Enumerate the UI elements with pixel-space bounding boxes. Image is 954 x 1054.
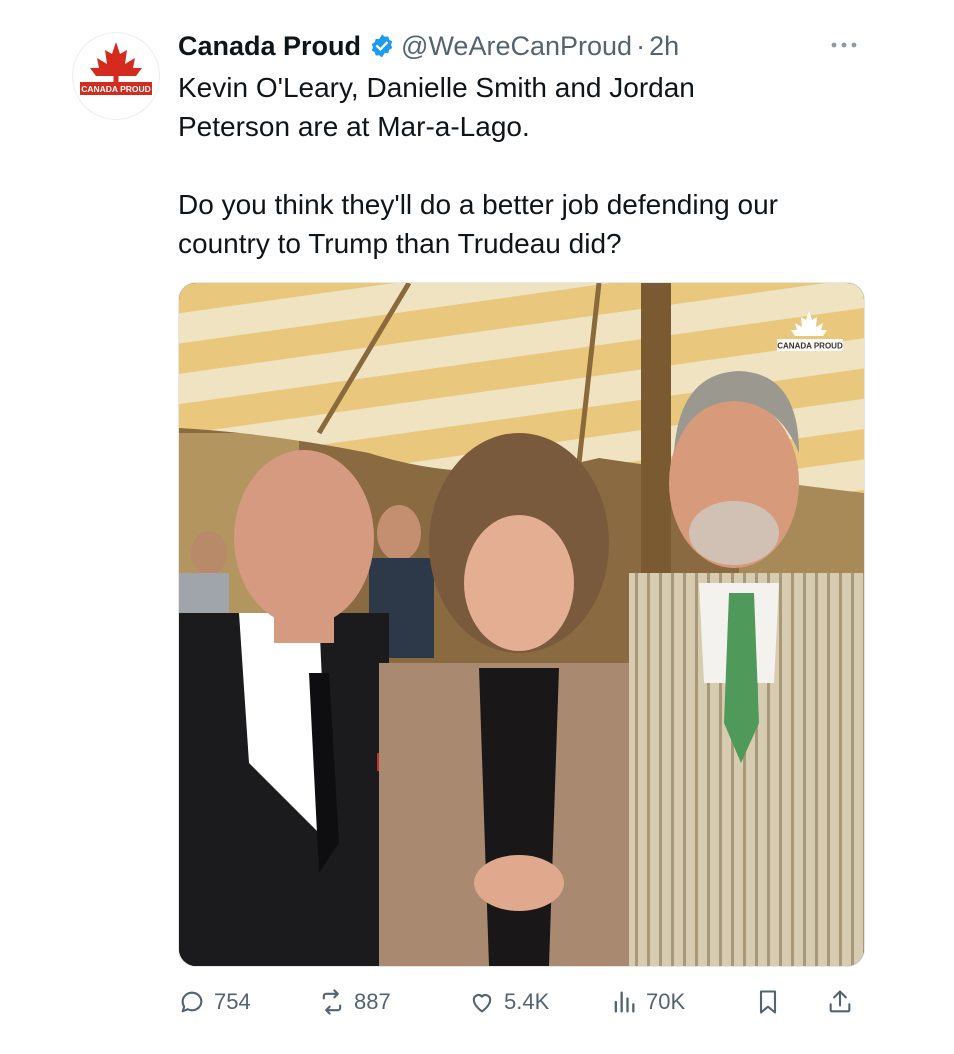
reply-count: 754 xyxy=(214,989,251,1014)
tweet-text: Kevin O'Leary, Danielle Smith and Jordan… xyxy=(178,72,778,259)
photo-illustration: CANADA PROUD xyxy=(179,283,864,966)
share-icon xyxy=(829,990,851,1013)
more-icon[interactable] xyxy=(826,36,862,54)
tweet-time[interactable]: 2h xyxy=(649,31,679,62)
canada-proud-logo: CANADA PROUD xyxy=(80,42,152,95)
action-bar: 754 887 5.4K 70K xyxy=(178,980,868,1024)
views-button[interactable]: 70K xyxy=(610,980,685,1024)
author-name[interactable]: Canada Proud xyxy=(178,31,361,62)
photo-watermark: CANADA PROUD xyxy=(777,342,843,351)
like-button[interactable]: 5.4K xyxy=(468,980,549,1024)
tweet-photo[interactable]: CANADA PROUD xyxy=(178,282,865,967)
separator-dot: · xyxy=(636,30,646,61)
avatar-text: CANADA PROUD xyxy=(81,84,151,94)
repost-count: 887 xyxy=(354,989,391,1014)
verified-badge-icon xyxy=(371,34,393,58)
share-button[interactable] xyxy=(826,980,862,1024)
author-handle[interactable]: @WeAreCanProud xyxy=(401,31,632,62)
bookmark-icon xyxy=(759,990,777,1014)
views-icon xyxy=(614,991,635,1013)
views-count: 70K xyxy=(646,989,686,1014)
author-avatar[interactable]: CANADA PROUD xyxy=(72,32,160,120)
repost-button[interactable]: 887 xyxy=(318,980,391,1024)
bookmark-button[interactable] xyxy=(754,980,790,1024)
like-count: 5.4K xyxy=(504,989,550,1014)
reply-icon xyxy=(181,991,203,1013)
repost-icon xyxy=(322,989,342,1015)
like-icon xyxy=(472,994,492,1013)
reply-button[interactable]: 754 xyxy=(178,980,251,1024)
tweet-header: Canada Proud @WeAreCanProud · 2h xyxy=(178,28,679,64)
